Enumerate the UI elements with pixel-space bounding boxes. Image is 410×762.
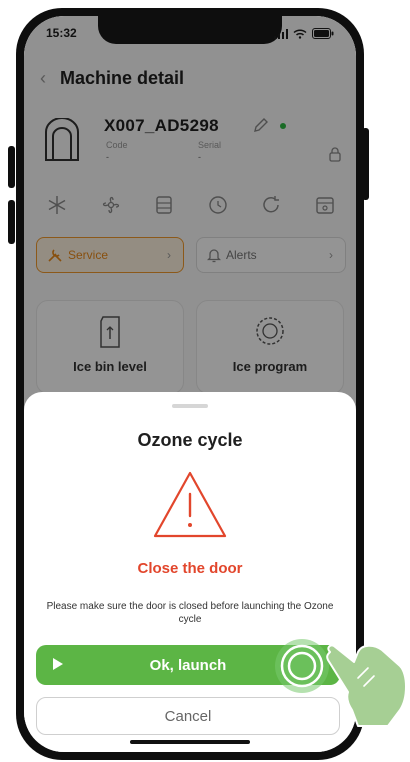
phone-volume-button — [8, 200, 15, 244]
sheet-title: Ozone cycle — [137, 430, 243, 450]
warning-message: Please make sure the door is closed befo… — [46, 601, 334, 625]
warning-subtitle: Close the door — [137, 560, 243, 577]
status-icons — [274, 28, 334, 39]
phone-mute-switch — [8, 146, 15, 188]
signal-icon — [274, 28, 288, 39]
battery-icon — [312, 28, 334, 39]
launch-button-label: Ok, launch — [149, 656, 227, 674]
wifi-icon — [293, 28, 307, 39]
play-icon — [53, 658, 63, 670]
ozone-cycle-bottom-sheet: Ozone cycle Close the door Please make s… — [24, 392, 356, 752]
sheet-drag-handle[interactable] — [172, 404, 208, 408]
cancel-button[interactable]: Cancel — [36, 697, 340, 735]
pointing-hand-icon — [326, 644, 407, 727]
status-time: 15:32 — [46, 26, 77, 40]
home-indicator — [130, 740, 250, 744]
status-bar: 15:32 — [24, 16, 356, 52]
cancel-button-label: Cancel — [164, 707, 212, 725]
warning-triangle-icon — [153, 471, 227, 538]
tap-ripple-indicator — [275, 639, 329, 693]
